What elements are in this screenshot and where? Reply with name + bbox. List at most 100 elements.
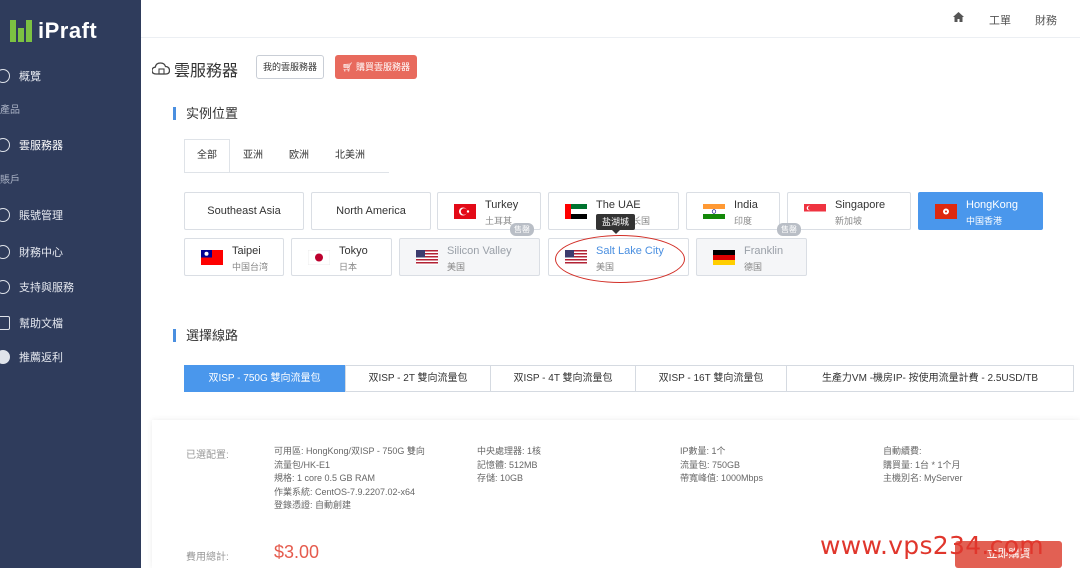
config-column-3: IP數量: 1个 流量包: 750GB 帶寬峰值: 1000Mbps xyxy=(680,445,763,486)
user-icon xyxy=(0,208,10,222)
location-tooltip: 盐湖城 xyxy=(596,214,636,234)
uae-flag-icon xyxy=(565,204,587,219)
config-zone: 可用區: HongKong/双ISP - 750G 雙向 xyxy=(274,446,425,456)
location-card-taipei[interactable]: Taipei 中国台湾 xyxy=(184,238,284,276)
config-column-2: 中央處理器: 1核 記憶體: 512MB 存儲: 10GB xyxy=(477,445,541,486)
chevron-down-circle-icon xyxy=(0,350,10,364)
sidebar-item-support[interactable]: 支持與服務 xyxy=(0,279,74,295)
logo-text: iPraft xyxy=(38,18,98,43)
location-name: Salt Lake City xyxy=(596,245,664,257)
logo[interactable]: iPraft xyxy=(10,18,97,44)
sidebar-item-finance-center[interactable]: 財務中心 xyxy=(0,244,63,260)
location-subname: 中国香港 xyxy=(966,216,1003,226)
config-storage: 存儲: 10GB xyxy=(477,473,524,483)
tabs-divider xyxy=(184,172,389,173)
buy-server-label: 購買雲服務器 xyxy=(355,62,410,72)
line-section-title: 選擇線路 xyxy=(173,329,238,342)
location-name: Singapore xyxy=(835,199,886,211)
finance-link[interactable]: 財務 xyxy=(1035,12,1057,28)
cloud-server-icon xyxy=(152,62,170,75)
ticket-link[interactable]: 工單 xyxy=(989,12,1011,28)
tab-asia[interactable]: 亚洲 xyxy=(230,139,276,173)
sidebar-item-account-management[interactable]: 賬號管理 xyxy=(0,207,63,223)
usa-flag-icon xyxy=(565,250,587,265)
config-auto-renew: 自動續費: xyxy=(883,446,922,456)
sidebar-item-label: 支持與服務 xyxy=(19,282,74,294)
location-card-franklin[interactable]: Franklin 德国 xyxy=(696,238,807,276)
config-traffic: 流量包: 750GB xyxy=(680,459,741,470)
taiwan-flag-icon xyxy=(201,250,223,265)
location-card-tokyo[interactable]: Tokyo 日本 xyxy=(291,238,392,276)
location-subname: 中国台湾 xyxy=(232,262,269,272)
line-option-16t[interactable]: 双ISP - 16T 雙向流量包 xyxy=(635,365,787,392)
location-name: HongKong xyxy=(966,199,1018,211)
config-bandwidth: 帶寬峰值: 1000Mbps xyxy=(680,473,764,483)
line-option-2t[interactable]: 双ISP - 2T 雙向流量包 xyxy=(345,365,491,392)
location-section-title: 实例位置 xyxy=(173,107,238,120)
location-card-singapore[interactable]: Singapore 新加坡 xyxy=(787,192,911,230)
turkey-flag-icon xyxy=(454,204,476,219)
sidebar-item-label: 雲服務器 xyxy=(19,140,63,152)
buy-server-button[interactable]: 🛒︎ 購買雲服務器 xyxy=(335,55,417,79)
location-subname: 美国 xyxy=(447,262,466,272)
page-title: 雲服務器 xyxy=(152,57,238,81)
location-card-salt-lake-city[interactable]: Salt Lake City 美国 xyxy=(548,238,689,276)
soldout-badge: 售罄 xyxy=(777,223,801,236)
config-ip-count: IP數量: 1个 xyxy=(680,446,726,456)
config-label: 已選配置: xyxy=(186,450,229,461)
config-quantity: 購買量: 1台 * 1个月 xyxy=(883,459,961,470)
sidebar-item-label: 推薦返利 xyxy=(19,352,63,364)
yen-icon xyxy=(0,245,10,259)
dashboard-icon xyxy=(0,69,10,83)
line-option-4t[interactable]: 双ISP - 4T 雙向流量包 xyxy=(490,365,636,392)
page-title-text: 雲服務器 xyxy=(174,63,239,80)
soldout-badge: 售罄 xyxy=(510,223,534,236)
sidebar-item-label: 概覽 xyxy=(19,71,41,83)
location-subname: 土耳其 xyxy=(485,216,513,226)
sidebar-item-cloud-server[interactable]: 雲服務器 xyxy=(0,137,63,153)
location-card-hongkong[interactable]: HongKong 中国香港 xyxy=(918,192,1043,230)
location-card-india[interactable]: India 印度 xyxy=(686,192,780,230)
region-name: North America xyxy=(336,205,406,217)
location-subname: 新加坡 xyxy=(835,216,863,226)
sidebar-item-label: 幫助文檔 xyxy=(19,318,63,330)
region-card-southeast-asia[interactable]: Southeast Asia xyxy=(184,192,304,230)
location-subname: 印度 xyxy=(734,216,753,226)
sidebar-item-label: 財務中心 xyxy=(19,247,63,259)
fee-total: $3.00 xyxy=(274,542,320,562)
location-name: Silicon Valley xyxy=(447,245,512,257)
location-name: Turkey xyxy=(485,199,519,211)
document-icon xyxy=(0,316,10,330)
topbar: 工單 財務 xyxy=(141,0,1080,38)
tab-europe[interactable]: 欧洲 xyxy=(276,139,322,173)
home-icon[interactable] xyxy=(953,12,964,22)
sidebar-item-docs[interactable]: 幫助文檔 xyxy=(0,315,63,331)
tab-all[interactable]: 全部 xyxy=(184,139,230,173)
germany-flag-icon xyxy=(713,250,735,265)
india-flag-icon xyxy=(703,204,725,219)
sidebar-section-account: 賬戶 xyxy=(0,175,20,186)
japan-flag-icon xyxy=(308,250,330,265)
region-name: Southeast Asia xyxy=(207,205,281,217)
location-name: India xyxy=(734,199,758,211)
location-name: Tokyo xyxy=(339,245,368,257)
sidebar-item-referral[interactable]: 推薦返利 xyxy=(0,349,63,365)
fee-label: 費用總計: xyxy=(186,552,229,563)
sidebar-item-label: 賬號管理 xyxy=(19,210,63,222)
config-spec: 規格: 1 core 0.5 GB RAM xyxy=(274,473,376,483)
tab-north-america[interactable]: 北美洲 xyxy=(322,139,378,173)
location-name: The UAE xyxy=(596,199,641,211)
config-hostname: 主機別名: MyServer xyxy=(883,473,963,483)
cloud-icon xyxy=(0,138,10,152)
line-option-750g[interactable]: 双ISP - 750G 雙向流量包 xyxy=(184,365,345,392)
sidebar-item-overview[interactable]: 概覽 xyxy=(0,68,41,84)
chat-icon xyxy=(0,280,10,294)
location-card-silicon-valley[interactable]: Silicon Valley 美国 xyxy=(399,238,540,276)
location-name: Franklin xyxy=(744,245,784,257)
hongkong-flag-icon xyxy=(935,204,957,219)
my-servers-button[interactable]: 我的雲服務器 xyxy=(256,55,325,79)
config-zone-cont: 流量包/HK-E1 xyxy=(274,459,331,470)
line-option-productivity-vm[interactable]: 生產力VM -機房IP- 按使用流量計費 - 2.5USD/TB xyxy=(786,365,1074,392)
config-cpu: 中央處理器: 1核 xyxy=(477,446,542,456)
region-card-north-america[interactable]: North America xyxy=(311,192,431,230)
